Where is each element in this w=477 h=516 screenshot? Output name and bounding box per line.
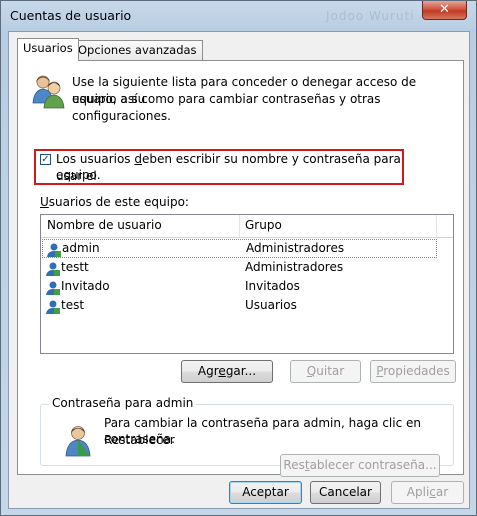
table-row[interactable]: testt Administradores [42,259,437,278]
reset-text-b: ablecer contraseña... [309,458,437,472]
user-icon [46,262,60,276]
tab-usuarios[interactable]: Usuarios [17,38,79,61]
table-row[interactable]: Invitado Invitados [42,278,437,297]
remove-mnemonic: Q [306,364,317,378]
users-icon [32,75,65,109]
remove-user-button[interactable]: Quitar [290,360,361,383]
column-divider[interactable] [436,215,437,237]
require-login-checkbox[interactable]: ✓ [40,154,51,165]
password-group-title: Contraseña para admin [49,396,197,410]
user-group-cell: Administradores [245,260,344,274]
cancel-label: Cancelar [319,485,372,499]
column-header-group[interactable]: Grupo [245,218,282,232]
users-list-header: Nombre de usuario Grupo [41,215,453,238]
tab-opciones-avanzadas-label: Opciones avanzadas [78,43,197,57]
add-user-button[interactable]: Agregar... [181,360,273,383]
tab-usuarios-label: Usuarios [23,41,73,55]
add-text-a: Agr [197,364,219,378]
title-bar[interactable]: Cuentas de usuario Jodoo Wuruti ✕ [1,1,476,31]
close-button[interactable]: ✕ [422,1,467,20]
require-login-text-a: Los usuarios [56,152,135,166]
window-title: Cuentas de usuario [10,8,132,23]
require-login-label-line-1[interactable]: Los usuarios deben escribir su nombre y … [56,151,402,185]
user-icon [46,281,60,295]
table-row[interactable]: test Usuarios [42,297,437,316]
user-group-cell: Usuarios [245,298,297,312]
users-list-label: Usuarios de este equipo: [40,194,189,211]
reset-text-a: Res [283,458,305,472]
apply-text-a: Apli [406,485,430,499]
close-icon: ✕ [439,2,450,17]
users-tab-panel: Use la siguiente lista para conceder o d… [17,60,464,477]
apply-text-b: ar [435,485,449,499]
ok-button[interactable]: Aceptar [229,481,302,504]
require-login-label-line-2: equipo. [56,168,101,182]
tab-opciones-avanzadas[interactable]: Opciones avanzadas [72,40,203,60]
user-icon [46,300,60,314]
reset-password-button[interactable]: Restablecer contraseña... [280,454,440,477]
apply-mnemonic: c [429,485,436,499]
apply-button[interactable]: Aplicar [391,481,464,504]
ok-label: Aceptar [242,485,289,499]
column-divider[interactable] [239,215,240,237]
add-text-b: gar... [225,364,257,378]
user-name-cell: test [61,298,85,312]
user-name-cell: testt [61,260,89,274]
password-help-line-2: contraseña. [104,432,175,446]
users-label-mnemonic: U [40,195,49,209]
user-accounts-window: Cuentas de usuario Jodoo Wuruti ✕ Usuari… [0,0,477,516]
require-login-highlight: ✓ Los usuarios deben escribir su nombre … [34,149,404,185]
user-password-icon [65,426,91,457]
users-list[interactable]: Nombre de usuario Grupo admin Administra… [40,214,454,354]
cancel-button[interactable]: Cancelar [310,481,381,504]
remove-text: uitar [316,364,345,378]
user-icon [47,243,61,257]
intro-line-2: equipo, así como para cambiar contraseña… [72,92,381,123]
column-header-username[interactable]: Nombre de usuario [47,218,162,232]
user-name-cell: admin [62,241,100,255]
user-name-cell: Invitado [61,279,110,293]
properties-button[interactable]: Propiedades [370,360,456,383]
dialog-client-area: Usuarios Opciones avanzadas Use la sigui… [8,31,470,509]
add-mnemonic: e [218,364,226,378]
require-login-mnemonic: d [134,152,142,166]
checkmark-icon: ✓ [41,154,50,165]
users-label-text: suarios de este equipo: [48,195,189,209]
user-group-cell: Invitados [245,279,300,293]
user-group-cell: Administradores [246,241,345,255]
properties-text: ropiedades [383,364,450,378]
background-ghost-text: Jodoo Wuruti [326,9,415,23]
table-row[interactable]: admin Administradores [42,239,437,258]
